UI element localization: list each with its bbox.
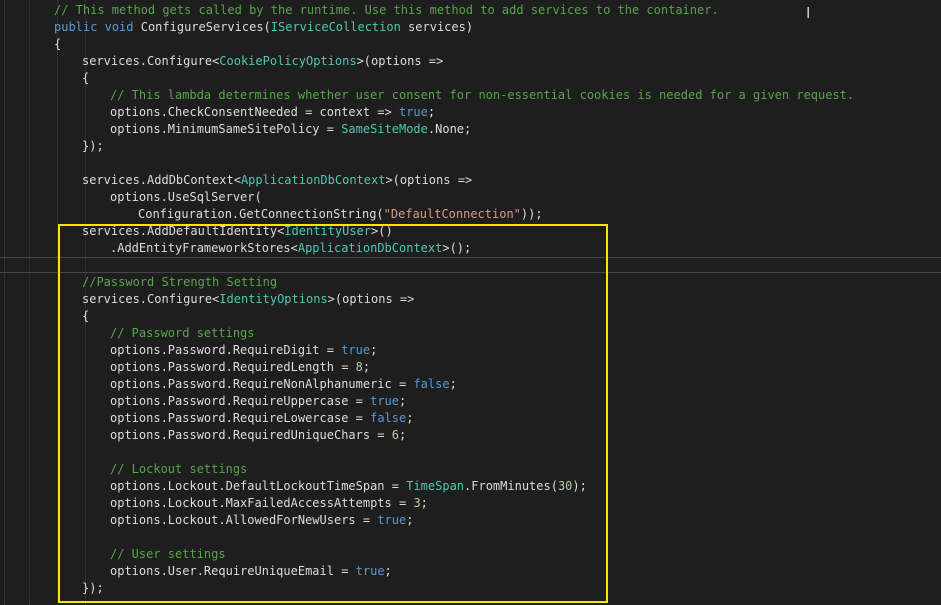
- code-token: "DefaultConnection": [383, 207, 521, 221]
- code-token: {: [82, 71, 90, 85]
- code-line[interactable]: [0, 155, 54, 172]
- code-token: services.AddDbContext<: [82, 173, 241, 187]
- code-token: IServiceCollection: [270, 20, 401, 34]
- code-token: ;: [427, 105, 436, 119]
- code-line[interactable]: options.CheckConsentNeeded = context => …: [0, 104, 435, 121]
- code-line[interactable]: // This lambda determines whether user c…: [0, 87, 854, 104]
- code-line[interactable]: {: [0, 70, 89, 87]
- code-line[interactable]: options.UseSqlServer(: [0, 189, 262, 206]
- code-token: services): [400, 20, 474, 34]
- code-line[interactable]: services.Configure<CookiePolicyOptions>(…: [0, 53, 443, 70]
- code-token: >(options =>: [385, 173, 473, 187]
- code-token: // This lambda determines whether user c…: [110, 88, 855, 102]
- code-token: >(options =>: [356, 54, 444, 68]
- code-token: options.MinimumSameSitePolicy =: [110, 122, 342, 136]
- code-editor[interactable]: // This method gets called by the runtim…: [0, 0, 941, 605]
- code-token: .None;: [427, 122, 472, 136]
- code-token: ApplicationDbContext: [240, 173, 386, 187]
- code-token: SameSiteMode: [341, 122, 428, 136]
- code-line[interactable]: });: [0, 138, 104, 155]
- code-token: true: [398, 105, 428, 119]
- code-line[interactable]: services.AddDbContext<ApplicationDbConte…: [0, 172, 472, 189]
- code-token: public: [54, 20, 98, 34]
- code-line[interactable]: [0, 444, 54, 461]
- code-token: void: [104, 20, 134, 34]
- code-line[interactable]: Configuration.GetConnectionString("Defau…: [0, 206, 543, 223]
- code-token: options.CheckConsentNeeded = context =>: [110, 105, 399, 119]
- code-line[interactable]: public void ConfigureServices(IServiceCo…: [0, 19, 473, 36]
- code-line[interactable]: [0, 529, 54, 546]
- code-token: // This method gets called by the runtim…: [54, 3, 719, 17]
- code-token: Configuration.GetConnectionString(: [138, 207, 384, 221]
- code-token: CookiePolicyOptions: [219, 54, 357, 68]
- highlight-annotation-box: [58, 224, 608, 603]
- code-token: options.UseSqlServer(: [110, 190, 262, 204]
- code-line[interactable]: // This method gets called by the runtim…: [0, 2, 719, 19]
- code-token: ));: [520, 207, 543, 221]
- text-ibeam-icon: I: [806, 4, 811, 22]
- code-line[interactable]: {: [0, 36, 61, 53]
- code-token: {: [54, 37, 62, 51]
- code-token: services.Configure<: [82, 54, 220, 68]
- code-line[interactable]: options.MinimumSameSitePolicy = SameSite…: [0, 121, 471, 138]
- code-token: ConfigureServices(: [133, 20, 271, 34]
- code-line[interactable]: [0, 257, 54, 274]
- code-token: });: [82, 139, 104, 153]
